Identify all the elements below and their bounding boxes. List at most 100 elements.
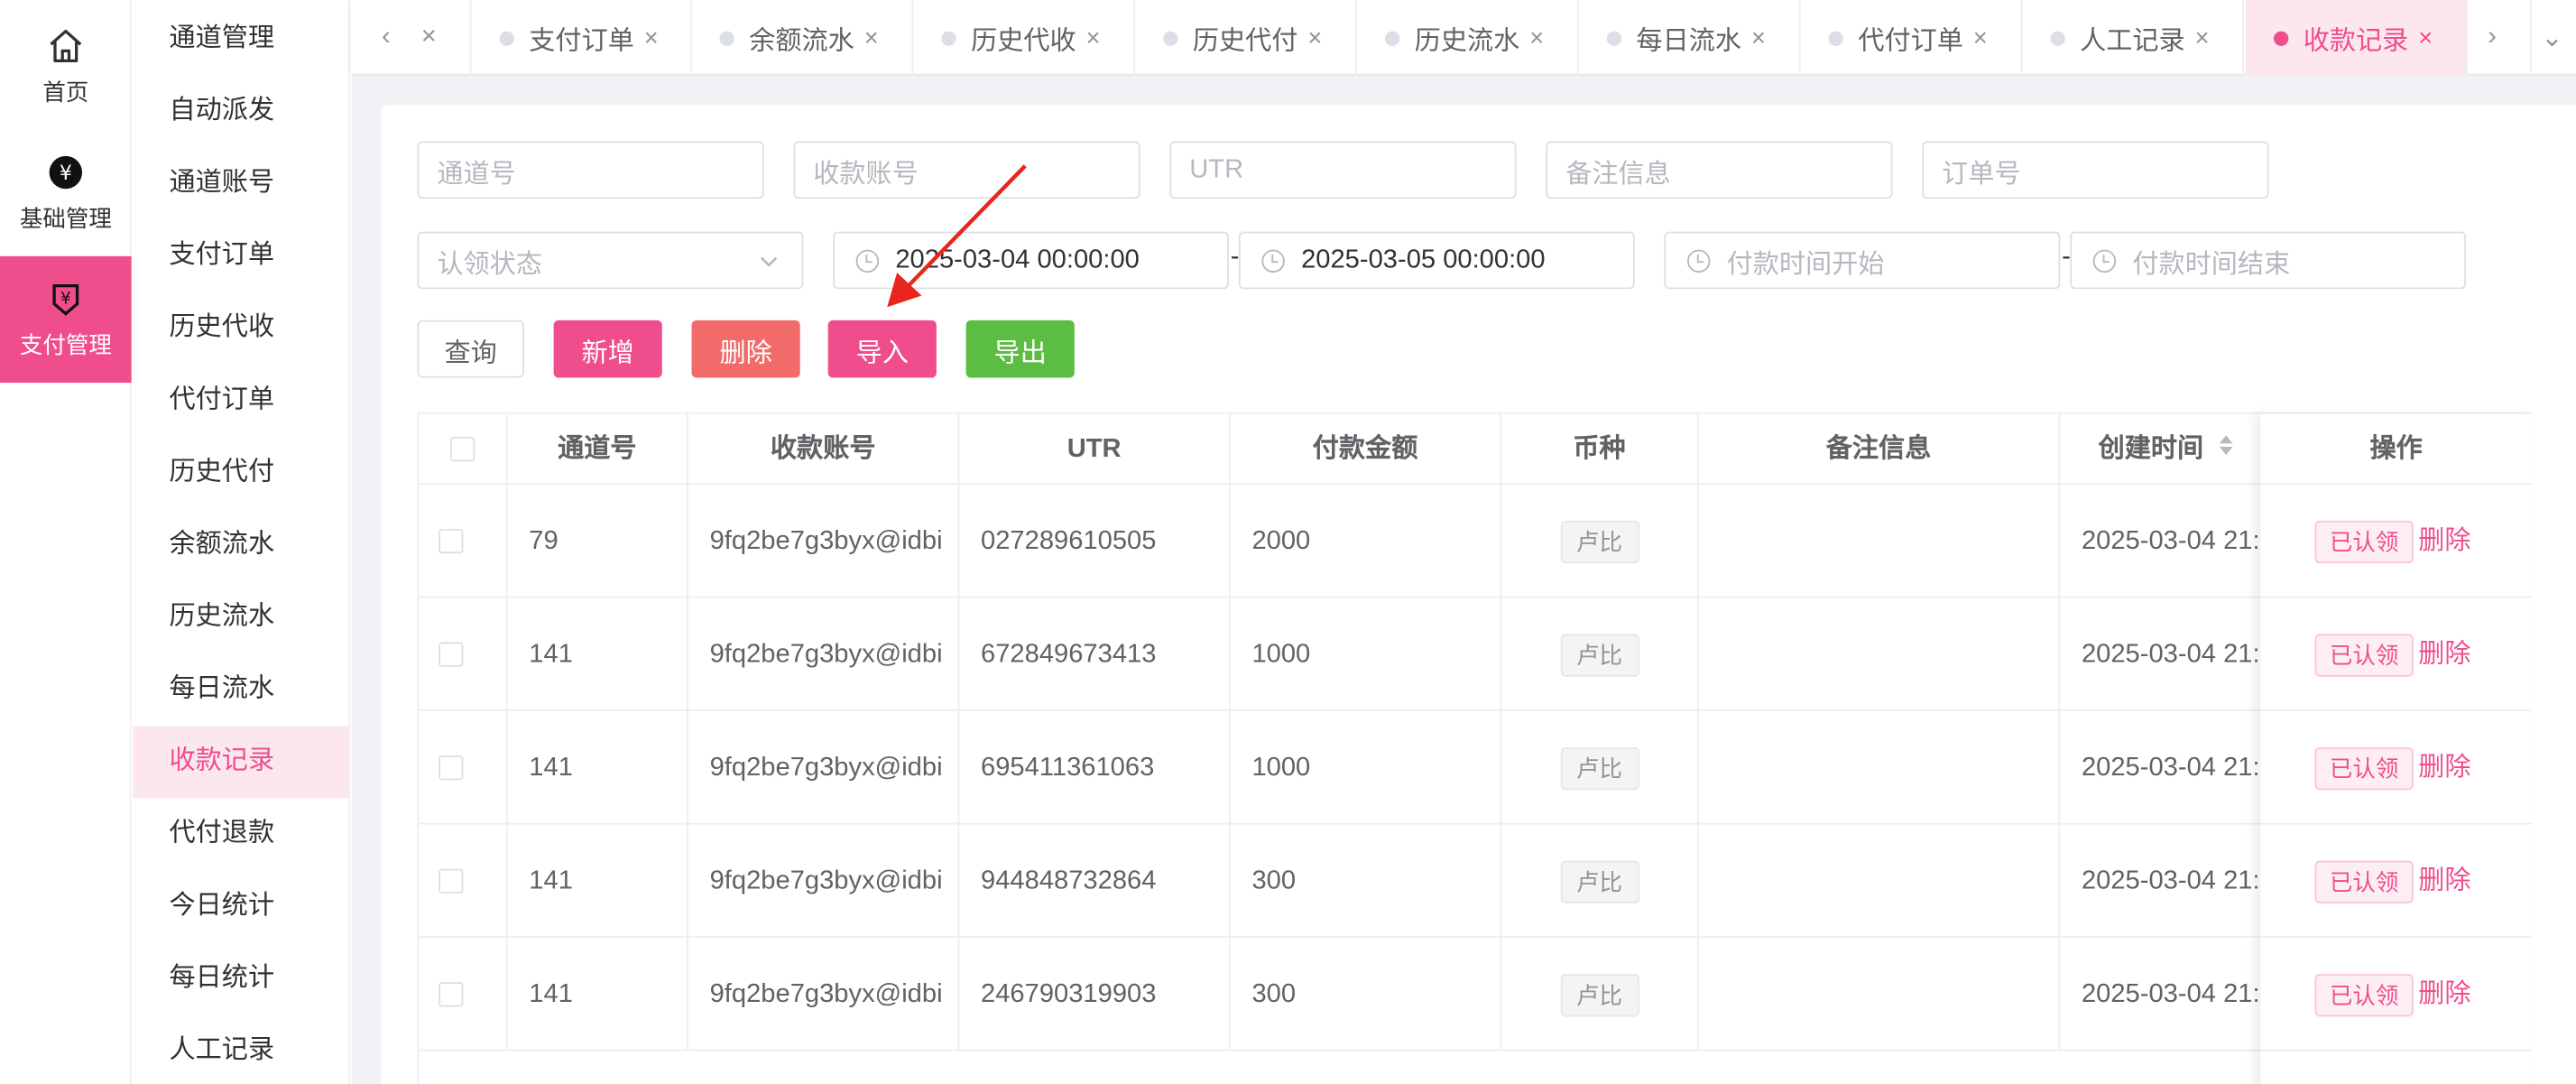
submenu-item-auto-dispatch[interactable]: 自动派发 — [133, 76, 349, 148]
submenu-item-channel-account[interactable]: 通道账号 — [133, 148, 349, 220]
submenu-item-payout-refund[interactable]: 代付退款 — [133, 798, 349, 870]
row-delete-link[interactable]: 删除 — [2418, 641, 2470, 669]
tab-close-icon[interactable]: × — [2195, 23, 2210, 51]
iconbar-item-payment[interactable]: ¥ 支付管理 — [0, 255, 132, 383]
order-no-input[interactable]: 订单号 — [1922, 141, 2269, 199]
tab-close-icon[interactable]: × — [644, 23, 659, 51]
tab-close-icon[interactable]: × — [1529, 23, 1544, 51]
submenu-item-daily-stats[interactable]: 每日统计 — [133, 943, 349, 1015]
cell-ops: 已认领 删除 — [2260, 598, 2532, 711]
tab-close-icon[interactable]: × — [1751, 23, 1766, 51]
tab-close-icon[interactable]: × — [2418, 23, 2433, 51]
add-button[interactable]: 新增 — [553, 320, 662, 378]
header-utr: UTR — [959, 413, 1231, 485]
cell-account: 9fq2be7g3byx@idbi — [688, 938, 960, 1052]
submenu-item-channel-mgmt[interactable]: 通道管理 — [133, 4, 349, 76]
tab-close-icon[interactable]: × — [411, 0, 447, 76]
tab-prev-icon[interactable]: ‹ — [368, 0, 404, 76]
delete-button[interactable]: 删除 — [691, 320, 800, 378]
header-ops: 操作 — [2260, 414, 2532, 485]
submenu-item-balance-flow[interactable]: 余额流水 — [133, 509, 349, 581]
cell-remark — [1698, 824, 2061, 939]
currency-tag: 卢比 — [1559, 860, 1639, 903]
tab-close-icon[interactable]: × — [1307, 23, 1322, 51]
currency-tag: 卢比 — [1559, 520, 1639, 563]
row-delete-link[interactable]: 删除 — [2418, 867, 2470, 895]
clock-icon — [2092, 248, 2117, 273]
iconbar-item-basic[interactable]: ¥ 基础管理 — [0, 130, 132, 256]
tab-close-icon[interactable]: × — [1973, 23, 1988, 51]
receipts-table: 通道号 收款账号 UTR 付款金额 币种 备注信息 创建时间 79 9fq2be… — [417, 412, 2532, 1084]
tab-receipt-records[interactable]: 收款记录 × — [2246, 0, 2468, 76]
row-checkbox[interactable] — [439, 528, 464, 554]
tab-balance-flow[interactable]: 余额流水 × — [692, 0, 914, 76]
submenu-item-receipt-records[interactable]: 收款记录 — [133, 726, 350, 799]
tab-label: 历史代收 — [971, 27, 1076, 56]
remark-input[interactable]: 备注信息 — [1546, 141, 1893, 199]
cell-account: 9fq2be7g3byx@idbi — [688, 598, 960, 711]
tab-daily-flow[interactable]: 每日流水 × — [1579, 0, 1801, 76]
import-button[interactable]: 导入 — [827, 320, 937, 378]
claimed-tag: 已认领 — [2314, 746, 2414, 790]
cell-ops: 已认领 删除 — [2260, 824, 2532, 939]
cell-remark — [1698, 484, 2061, 598]
tab-payout-orders[interactable]: 代付订单 × — [1801, 0, 2023, 76]
tab-history-flow[interactable]: 历史流水 × — [1357, 0, 1579, 76]
row-delete-link[interactable]: 删除 — [2418, 528, 2470, 556]
submenu-item-today-stats[interactable]: 今日统计 — [133, 870, 349, 942]
export-button[interactable]: 导出 — [965, 320, 1075, 378]
tab-close-icon[interactable]: × — [864, 23, 879, 51]
cell-account: 9fq2be7g3byx@idbi — [688, 824, 960, 939]
pay-end-picker[interactable]: 付款时间结束 — [2070, 231, 2467, 290]
order-no-placeholder: 订单号 — [1942, 160, 2021, 189]
submenu-item-pay-orders[interactable]: 支付订单 — [133, 220, 349, 292]
tab-history-collect[interactable]: 历史代收 × — [913, 0, 1136, 76]
row-checkbox[interactable] — [439, 755, 464, 781]
select-all-checkbox[interactable] — [449, 437, 475, 462]
pay-end-placeholder: 付款时间结束 — [2132, 250, 2291, 279]
row-delete-link[interactable]: 删除 — [2418, 981, 2470, 1009]
tab-history-payout[interactable]: 历史代付 × — [1135, 0, 1357, 76]
header-channel: 通道号 — [507, 413, 688, 485]
header-created[interactable]: 创建时间 — [2060, 413, 2274, 485]
header-account: 收款账号 — [688, 413, 960, 485]
query-button[interactable]: 查询 — [417, 320, 524, 378]
cell-amount: 300 — [1230, 938, 1502, 1052]
row-checkbox[interactable] — [439, 868, 464, 894]
cell-currency: 卢比 — [1501, 484, 1699, 598]
tab-manual-records[interactable]: 人工记录 × — [2022, 0, 2245, 76]
cell-created: 2025-03-04 21:1 — [2060, 824, 2274, 939]
sort-icon[interactable] — [2218, 414, 2234, 485]
cell-utr: 695411361063 — [959, 710, 1231, 825]
cell-account: 9fq2be7g3byx@idbi — [688, 710, 960, 825]
tab-dropdown-icon[interactable]: ⌄ — [2530, 0, 2572, 76]
cell-utr: 027289610505 — [959, 484, 1231, 598]
tab-dot-icon — [2273, 30, 2289, 46]
pay-start-picker[interactable]: 付款时间开始 — [1664, 231, 2061, 290]
submenu-item-payout-orders[interactable]: 代付订单 — [133, 365, 349, 437]
tab-pay-orders[interactable]: 支付订单 × — [469, 0, 692, 76]
cell-created: 2025-03-04 21:1 — [2060, 710, 2274, 825]
submenu-item-history-flow[interactable]: 历史流水 — [133, 581, 349, 653]
channel-no-input[interactable]: 通道号 — [417, 141, 764, 199]
row-select-cell — [419, 598, 508, 711]
row-checkbox[interactable] — [439, 982, 464, 1007]
create-end-picker[interactable]: 2025-03-05 00:00:00 — [1238, 231, 1635, 290]
tab-close-icon[interactable]: × — [1086, 23, 1101, 51]
claimed-tag: 已认领 — [2314, 633, 2414, 677]
iconbar-item-home[interactable]: 首页 — [0, 4, 132, 130]
submenu-item-daily-flow[interactable]: 每日流水 — [133, 653, 349, 726]
app-frame: 首页 ¥ 基础管理 ¥ 支付管理 通道管理 自动派发 通道账号 支付订单 历史代… — [0, 0, 2576, 1084]
submenu-item-history-payout[interactable]: 历史代付 — [133, 437, 349, 509]
tab-next-icon[interactable]: › — [2470, 0, 2513, 76]
submenu-item-history-collect[interactable]: 历史代收 — [133, 292, 349, 365]
submenu-item-manual-records[interactable]: 人工记录 — [133, 1015, 349, 1084]
row-delete-link[interactable]: 删除 — [2418, 755, 2470, 783]
tab-dot-icon — [1828, 30, 1843, 46]
cell-amount: 1000 — [1230, 598, 1502, 711]
tab-dot-icon — [1606, 30, 1622, 46]
row-checkbox[interactable] — [439, 642, 464, 667]
utr-input[interactable]: UTR — [1169, 141, 1517, 199]
claim-status-select[interactable]: 认领状态 — [417, 231, 804, 290]
header-created-label: 创建时间 — [2098, 435, 2204, 464]
